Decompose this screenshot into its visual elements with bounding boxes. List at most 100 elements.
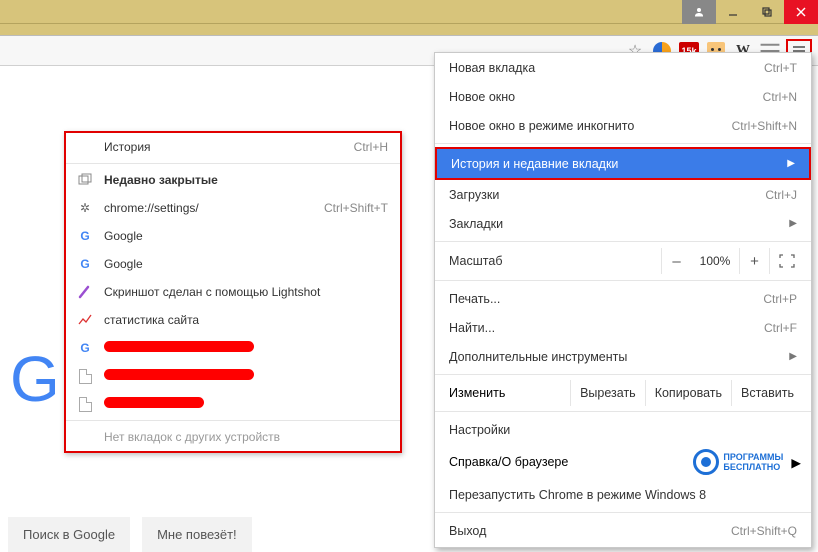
maximize-button[interactable] (750, 0, 784, 24)
menu-label: Google (104, 257, 388, 271)
page-icon (76, 367, 94, 385)
blank-icon (76, 428, 94, 446)
zoom-controls: – 100% + (661, 248, 811, 274)
separator (66, 420, 400, 421)
google-favicon: G (76, 255, 94, 273)
menu-new-window[interactable]: Новое окноCtrl+N (435, 82, 811, 111)
menu-label: Выход (449, 524, 731, 538)
menu-label: Найти... (449, 321, 764, 335)
menu-label: Перезапустить Chrome в режиме Windows 8 (449, 488, 797, 502)
programs-free-logo: ПРОГРАММЫБЕСПЛАТНО (693, 449, 783, 475)
history-entry[interactable]: Скриншот сделан с помощью Lightshot (66, 278, 400, 306)
menu-bookmarks[interactable]: Закладки ▶ (435, 209, 811, 238)
menu-shortcut: Ctrl+Shift+T (324, 201, 388, 215)
menu-label: Печать... (449, 292, 763, 306)
history-entry[interactable] (66, 390, 400, 418)
history-submenu: История Ctrl+H Недавно закрытые ✲ chrome… (64, 131, 402, 453)
gear-icon: ✲ (76, 199, 94, 217)
menu-label: Скриншот сделан с помощью Lightshot (104, 285, 388, 299)
zoom-value: 100% (691, 254, 739, 268)
submenu-arrow-icon: ▶ (787, 158, 795, 169)
menu-shortcut: Ctrl+H (354, 140, 388, 154)
google-search-button[interactable]: Поиск в Google (8, 517, 130, 552)
menu-new-tab[interactable]: Новая вкладкаCtrl+T (435, 53, 811, 82)
menu-shortcut: Ctrl+P (763, 292, 797, 306)
menu-history[interactable]: История и недавние вкладки ▶ (437, 149, 809, 178)
separator (435, 280, 811, 281)
redacted-label (104, 369, 388, 383)
menu-print[interactable]: Печать...Ctrl+P (435, 284, 811, 313)
user-icon[interactable] (682, 0, 716, 24)
fullscreen-button[interactable] (769, 248, 803, 274)
separator (66, 163, 400, 164)
submenu-arrow-icon: ▶ (791, 455, 801, 470)
google-favicon: G (76, 339, 94, 357)
menu-more-tools[interactable]: Дополнительные инструменты▶ (435, 342, 811, 371)
menu-label: Настройки (449, 423, 797, 437)
menu-label: Загрузки (449, 188, 765, 202)
menu-exit[interactable]: ВыходCtrl+Shift+Q (435, 516, 811, 545)
blank-icon (76, 138, 94, 156)
feeling-lucky-button[interactable]: Мне повезёт! (142, 517, 252, 552)
history-entry[interactable]: статистика сайта (66, 306, 400, 334)
menu-label: Недавно закрытые (104, 173, 388, 187)
menu-label: Изменить (449, 386, 570, 400)
logo-icon (693, 449, 719, 475)
menu-label: Новое окно (449, 90, 763, 104)
menu-label: История (104, 140, 354, 154)
history-entry[interactable]: G (66, 334, 400, 362)
tabs-icon (76, 171, 94, 189)
menu-settings[interactable]: Настройки (435, 415, 811, 444)
submenu-arrow-icon: ▶ (789, 218, 797, 229)
highlight-annotation: История и недавние вкладки ▶ (435, 147, 811, 180)
google-logo-partial: G (10, 342, 60, 416)
logo-text: ПРОГРАММЫБЕСПЛАТНО (723, 452, 783, 472)
history-entry[interactable]: G Google (66, 222, 400, 250)
copy-button[interactable]: Копировать (645, 380, 731, 406)
submenu-arrow-icon: ▶ (789, 351, 797, 362)
separator (435, 143, 811, 144)
history-entry[interactable] (66, 362, 400, 390)
cut-button[interactable]: Вырезать (570, 380, 645, 406)
menu-label: Закладки (449, 217, 781, 231)
minimize-button[interactable] (716, 0, 750, 24)
separator (435, 411, 811, 412)
menu-zoom: Масштаб – 100% + (435, 245, 811, 277)
page-icon (76, 395, 94, 413)
restore-tab-item[interactable]: ✲ chrome://settings/ Ctrl+Shift+T (66, 194, 400, 222)
separator (435, 241, 811, 242)
menu-label: Масштаб (449, 254, 661, 268)
menu-downloads[interactable]: ЗагрузкиCtrl+J (435, 180, 811, 209)
zoom-in-button[interactable]: + (739, 248, 769, 274)
menu-label: Нет вкладок с других устройств (104, 430, 388, 444)
menu-label: Google (104, 229, 388, 243)
search-buttons-row: Поиск в Google Мне повезёт! (8, 517, 252, 552)
tab-strip[interactable] (0, 24, 818, 36)
menu-label: Новая вкладка (449, 61, 764, 75)
menu-relaunch[interactable]: Перезапустить Chrome в режиме Windows 8 (435, 480, 811, 509)
no-other-devices: Нет вкладок с других устройств (66, 423, 400, 451)
history-entry[interactable]: G Google (66, 250, 400, 278)
menu-shortcut: Ctrl+J (765, 188, 797, 202)
paste-button[interactable]: Вставить (731, 380, 803, 406)
separator (435, 374, 811, 375)
menu-incognito[interactable]: Новое окно в режиме инкогнитоCtrl+Shift+… (435, 111, 811, 140)
menu-shortcut: Ctrl+Shift+Q (731, 524, 797, 538)
history-item[interactable]: История Ctrl+H (66, 133, 400, 161)
menu-label: Новое окно в режиме инкогнито (449, 119, 732, 133)
menu-find[interactable]: Найти...Ctrl+F (435, 313, 811, 342)
menu-shortcut: Ctrl+N (763, 90, 797, 104)
menu-label: Справка/О браузере (449, 455, 693, 469)
menu-shortcut: Ctrl+F (764, 321, 797, 335)
menu-shortcut: Ctrl+Shift+N (732, 119, 797, 133)
menu-label: статистика сайта (104, 313, 388, 327)
menu-about[interactable]: Справка/О браузере ПРОГРАММЫБЕСПЛАТНО ▶ (435, 444, 811, 480)
main-menu: Новая вкладкаCtrl+T Новое окноCtrl+N Нов… (434, 52, 812, 548)
stats-favicon (76, 311, 94, 329)
menu-label: chrome://settings/ (104, 201, 324, 215)
redacted-label (104, 397, 388, 411)
zoom-out-button[interactable]: – (661, 248, 691, 274)
recently-closed-header: Недавно закрытые (66, 166, 400, 194)
close-button[interactable] (784, 0, 818, 24)
menu-label: История и недавние вкладки (451, 157, 779, 171)
